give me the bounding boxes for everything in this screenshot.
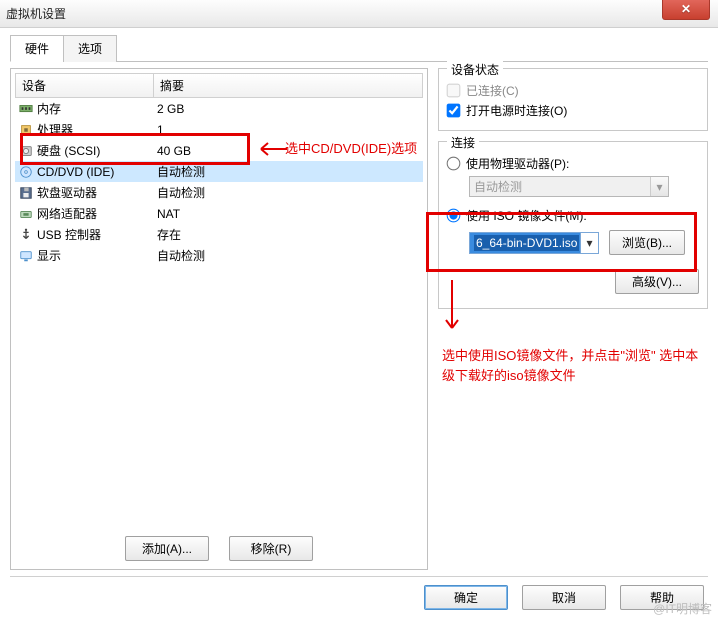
physical-drive-row[interactable]: 使用物理驱动器(P): <box>447 155 699 172</box>
poweron-row[interactable]: 打开电源时连接(O) <box>447 102 699 119</box>
device-name: 软盘驱动器 <box>37 184 97 201</box>
table-row[interactable]: 网络适配器 NAT <box>15 203 423 224</box>
header-summary: 摘要 <box>154 74 422 97</box>
device-name: USB 控制器 <box>37 226 101 243</box>
poweron-label: 打开电源时连接(O) <box>466 102 567 119</box>
device-status-legend: 设备状态 <box>447 61 503 78</box>
tab-hardware[interactable]: 硬件 <box>10 35 64 62</box>
iso-row[interactable]: 使用 ISO 镜像文件(M): <box>447 207 699 224</box>
chevron-down-icon: ▾ <box>580 233 598 253</box>
device-name: 网络适配器 <box>37 205 97 222</box>
connected-checkbox[interactable] <box>447 84 461 98</box>
table-row[interactable]: CD/DVD (IDE) 自动检测 <box>15 161 423 182</box>
connected-label: 已连接(C) <box>466 82 519 99</box>
device-summary: 40 GB <box>157 144 419 158</box>
ok-button[interactable]: 确定 <box>424 585 508 610</box>
chevron-down-icon: ▾ <box>650 177 668 196</box>
device-name: 内存 <box>37 100 61 117</box>
physical-radio[interactable] <box>447 157 461 171</box>
device-name: CD/DVD (IDE) <box>37 165 114 179</box>
window-title: 虚拟机设置 <box>6 5 66 22</box>
table-row[interactable]: 硬盘 (SCSI) 40 GB <box>15 140 423 161</box>
table-row[interactable]: 处理器 1 <box>15 119 423 140</box>
iso-file-text: 6_64-bin-DVD1.iso <box>474 235 579 251</box>
remove-button[interactable]: 移除(R) <box>229 536 313 561</box>
tab-options[interactable]: 选项 <box>63 35 117 62</box>
list-header: 设备 摘要 <box>15 73 423 98</box>
device-summary: 1 <box>157 123 419 137</box>
connection-legend: 连接 <box>447 134 479 151</box>
close-button[interactable]: ✕ <box>662 0 710 20</box>
watermark: @IT明博客 <box>653 600 712 617</box>
device-name: 显示 <box>37 247 61 264</box>
device-summary: 存在 <box>157 226 419 243</box>
poweron-checkbox[interactable] <box>447 104 461 118</box>
dialog-footer: 确定 取消 帮助 <box>10 576 708 610</box>
hardware-panel: 设备 摘要 内存 2 GB 处理器 1 硬盘 (SCSI) 40 GB CD/DVD (ID… <box>10 68 428 570</box>
advanced-button[interactable]: 高级(V)... <box>615 269 699 294</box>
device-summary: 自动检测 <box>157 163 419 180</box>
table-row[interactable]: 内存 2 GB <box>15 98 423 119</box>
table-row[interactable]: 显示 自动检测 <box>15 245 423 266</box>
table-row[interactable]: 软盘驱动器 自动检测 <box>15 182 423 203</box>
tab-strip: 硬件 选项 <box>10 34 708 62</box>
physical-combo-text: 自动检测 <box>474 178 522 195</box>
connection-group: 连接 使用物理驱动器(P): 自动检测 ▾ 使用 ISO 镜像文件(M): <box>438 141 708 309</box>
device-status-group: 设备状态 已连接(C) 打开电源时连接(O) <box>438 68 708 131</box>
device-name: 硬盘 (SCSI) <box>37 142 100 159</box>
iso-label: 使用 ISO 镜像文件(M): <box>466 207 587 224</box>
iso-radio[interactable] <box>447 209 461 223</box>
browse-button[interactable]: 浏览(B)... <box>609 230 685 255</box>
device-summary: 自动检测 <box>157 184 419 201</box>
device-summary: NAT <box>157 207 419 221</box>
physical-combo[interactable]: 自动检测 ▾ <box>469 176 669 197</box>
physical-label: 使用物理驱动器(P): <box>466 155 569 172</box>
connected-row[interactable]: 已连接(C) <box>447 82 699 99</box>
titlebar: 虚拟机设置 ✕ <box>0 0 718 28</box>
close-icon: ✕ <box>681 2 691 16</box>
table-row[interactable]: USB 控制器 存在 <box>15 224 423 245</box>
cancel-button[interactable]: 取消 <box>522 585 606 610</box>
device-list: 内存 2 GB 处理器 1 硬盘 (SCSI) 40 GB CD/DVD (IDE) 自动检测… <box>15 98 423 266</box>
device-summary: 2 GB <box>157 102 419 116</box>
device-name: 处理器 <box>37 121 73 138</box>
add-button[interactable]: 添加(A)... <box>125 536 209 561</box>
iso-file-combo[interactable]: 6_64-bin-DVD1.iso ▾ <box>469 232 599 254</box>
device-summary: 自动检测 <box>157 247 419 264</box>
header-device: 设备 <box>16 74 154 97</box>
